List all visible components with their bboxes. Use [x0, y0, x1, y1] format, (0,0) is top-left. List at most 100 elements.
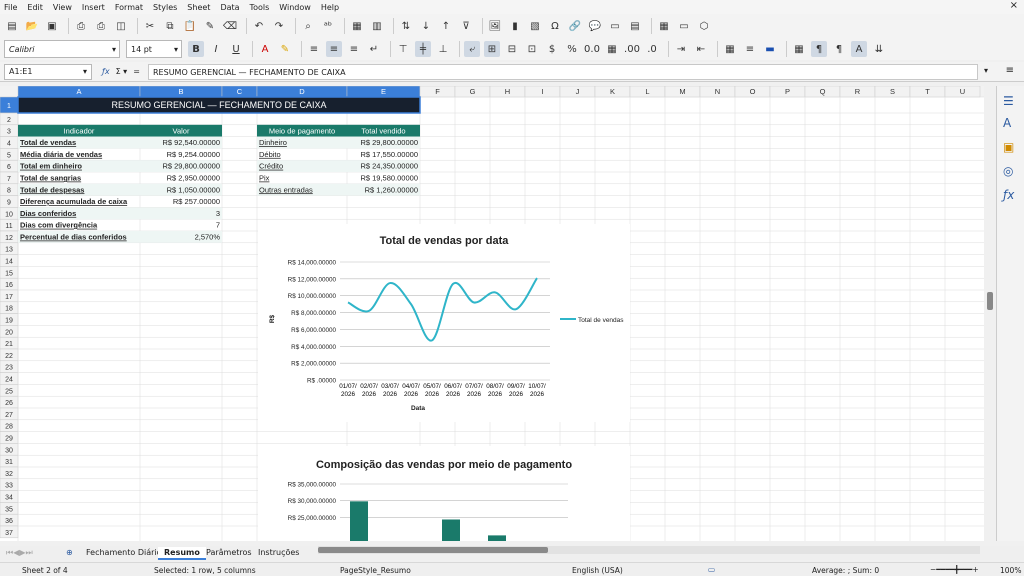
- number-icon[interactable]: 0.0: [584, 41, 600, 57]
- tab-instrucoes[interactable]: Instruções: [258, 548, 299, 557]
- status-language[interactable]: English (USA): [572, 566, 623, 575]
- sidebar-menu-icon[interactable]: ≡: [1006, 65, 1014, 76]
- menu-item-file[interactable]: File: [4, 3, 17, 12]
- menu-item-insert[interactable]: Insert: [82, 3, 105, 12]
- sort-icon[interactable]: ⇅: [398, 18, 414, 34]
- menu-item-styles[interactable]: Styles: [153, 3, 177, 12]
- column-icon[interactable]: ▥: [369, 18, 385, 34]
- zoom-slider[interactable]: −━━━━╋━━━+: [930, 565, 979, 574]
- image-icon[interactable]: 🖼: [487, 18, 503, 34]
- vertical-scrollbar[interactable]: [984, 86, 996, 541]
- menu-item-view[interactable]: View: [53, 3, 72, 12]
- navigator-icon[interactable]: ◎: [1003, 164, 1013, 178]
- borders-icon[interactable]: ▦: [722, 41, 738, 57]
- percent-icon[interactable]: %: [564, 41, 580, 57]
- clone-icon[interactable]: ✎: [202, 18, 218, 34]
- properties-icon[interactable]: ☰: [1003, 94, 1014, 108]
- underline-icon[interactable]: U: [228, 41, 244, 57]
- menu-item-data[interactable]: Data: [220, 3, 239, 12]
- header-footer-icon[interactable]: ▭: [607, 18, 623, 34]
- font-color-icon[interactable]: A: [257, 41, 273, 57]
- clear-icon[interactable]: ⌫: [222, 18, 238, 34]
- functions-icon[interactable]: ƒx: [1003, 188, 1014, 202]
- sort-desc-icon[interactable]: ↑: [438, 18, 454, 34]
- highlight-icon[interactable]: ✎: [277, 41, 293, 57]
- tab-fechamento[interactable]: Fechamento Diário: [86, 548, 162, 557]
- border-style-icon[interactable]: ≡: [742, 41, 758, 57]
- menu-item-tools[interactable]: Tools: [250, 3, 270, 12]
- row-icon[interactable]: ▦: [349, 18, 365, 34]
- spreadsheet-grid[interactable]: A B C D E F G H I J K L M N O P Q R S T U 1 2 3 4 5 6 7 8 9 10 11 12 13 14…: [0, 86, 984, 541]
- align-left-icon[interactable]: ≡: [306, 41, 322, 57]
- name-box[interactable]: A1:E1 ▾: [4, 63, 92, 80]
- align-center-icon[interactable]: ≡: [326, 41, 342, 57]
- copy-icon[interactable]: ⧉: [162, 18, 178, 34]
- add-sheet-icon[interactable]: ⊕: [66, 548, 73, 557]
- horizontal-scrollbar[interactable]: [318, 546, 980, 554]
- wrap-icon[interactable]: ↵: [366, 41, 382, 57]
- tab-parametros[interactable]: Parâmetros: [206, 548, 252, 557]
- align-right-icon[interactable]: ≡: [346, 41, 362, 57]
- save-icon[interactable]: ▣: [44, 18, 60, 34]
- preview-icon[interactable]: ◫: [113, 18, 129, 34]
- spelling-icon[interactable]: ᵃᵇ: [320, 18, 336, 34]
- undo-icon[interactable]: ↶: [251, 18, 267, 34]
- split-icon[interactable]: ▭: [676, 18, 692, 34]
- close-document-icon[interactable]: ×: [1010, 0, 1018, 11]
- find-icon[interactable]: ⌕: [300, 18, 316, 34]
- cut-icon[interactable]: ✂: [142, 18, 158, 34]
- scroll-thumb[interactable]: [987, 292, 993, 310]
- redo-icon[interactable]: ↷: [271, 18, 287, 34]
- styles-icon[interactable]: A: [1003, 116, 1011, 130]
- merge-icon[interactable]: ⊡: [524, 41, 540, 57]
- menu-item-format[interactable]: Format: [115, 3, 143, 12]
- formula-input[interactable]: RESUMO GERENCIAL — FECHAMENTO DE CAIXA: [148, 64, 978, 80]
- freeze-icon[interactable]: ▦: [656, 18, 672, 34]
- add-decimal-icon[interactable]: .00: [624, 41, 640, 57]
- border-color-icon[interactable]: ▬: [762, 41, 778, 57]
- selection-mode-icon[interactable]: ▭: [708, 565, 715, 574]
- sort-asc-icon[interactable]: ↓: [418, 18, 434, 34]
- tab-resumo[interactable]: Resumo: [158, 547, 206, 560]
- autofilter-icon[interactable]: ⊽: [458, 18, 474, 34]
- gallery-icon[interactable]: ▣: [1003, 140, 1014, 154]
- open-icon[interactable]: 📂: [24, 18, 40, 34]
- align-top-icon[interactable]: ⊤: [395, 41, 411, 57]
- font-size-box[interactable]: 14 pt ▾: [126, 40, 182, 58]
- ltr-icon[interactable]: ¶: [811, 41, 827, 57]
- status-sum[interactable]: Average: ; Sum: 0: [812, 566, 879, 575]
- hyperlink-icon[interactable]: 🔗: [567, 18, 583, 34]
- expand-icon[interactable]: ▾: [984, 66, 988, 75]
- function-wizard-icon[interactable]: ƒx: [102, 67, 110, 76]
- paste-icon[interactable]: 📋: [182, 18, 198, 34]
- italic-icon[interactable]: I: [208, 41, 224, 57]
- merge-center-icon[interactable]: ⊞: [484, 41, 500, 57]
- align-bottom-icon[interactable]: ⊥: [435, 41, 451, 57]
- hscroll-thumb[interactable]: [318, 547, 548, 553]
- named-range-icon[interactable]: ▤: [627, 18, 643, 34]
- bar-chart[interactable]: Composição das vendas por meio de pagame…: [258, 446, 630, 541]
- line-chart[interactable]: Total de vendas por data R$ 14,000.00000 R…: [258, 224, 630, 422]
- print-icon[interactable]: ⎙: [93, 18, 109, 34]
- chart-icon[interactable]: ▮: [507, 18, 523, 34]
- tab-nav-icon[interactable]: ⏮◀▶⏭: [6, 548, 33, 558]
- bold-icon[interactable]: B: [188, 41, 204, 57]
- text-ttb-icon[interactable]: ⇊: [871, 41, 887, 57]
- formula-icon[interactable]: =: [133, 67, 140, 76]
- rtl-icon[interactable]: ¶: [831, 41, 847, 57]
- comment-icon[interactable]: 💬: [587, 18, 603, 34]
- menu-item-edit[interactable]: Edit: [27, 3, 43, 12]
- special-char-icon[interactable]: Ω: [547, 18, 563, 34]
- del-decimal-icon[interactable]: .0: [644, 41, 660, 57]
- new-icon[interactable]: ▤: [4, 18, 20, 34]
- date-icon[interactable]: ▦: [604, 41, 620, 57]
- conditional-icon[interactable]: ▦: [791, 41, 807, 57]
- increase-indent-icon[interactable]: ⇥: [673, 41, 689, 57]
- text-ltr-icon[interactable]: A: [851, 41, 867, 57]
- pivot-icon[interactable]: ▧: [527, 18, 543, 34]
- align-middle-icon[interactable]: ╪: [415, 41, 431, 57]
- shapes-icon[interactable]: ⬡: [696, 18, 712, 34]
- sum-icon[interactable]: Σ ▾: [116, 67, 128, 76]
- unmerge-icon[interactable]: ⊟: [504, 41, 520, 57]
- status-page-style[interactable]: PageStyle_Resumo: [340, 566, 411, 575]
